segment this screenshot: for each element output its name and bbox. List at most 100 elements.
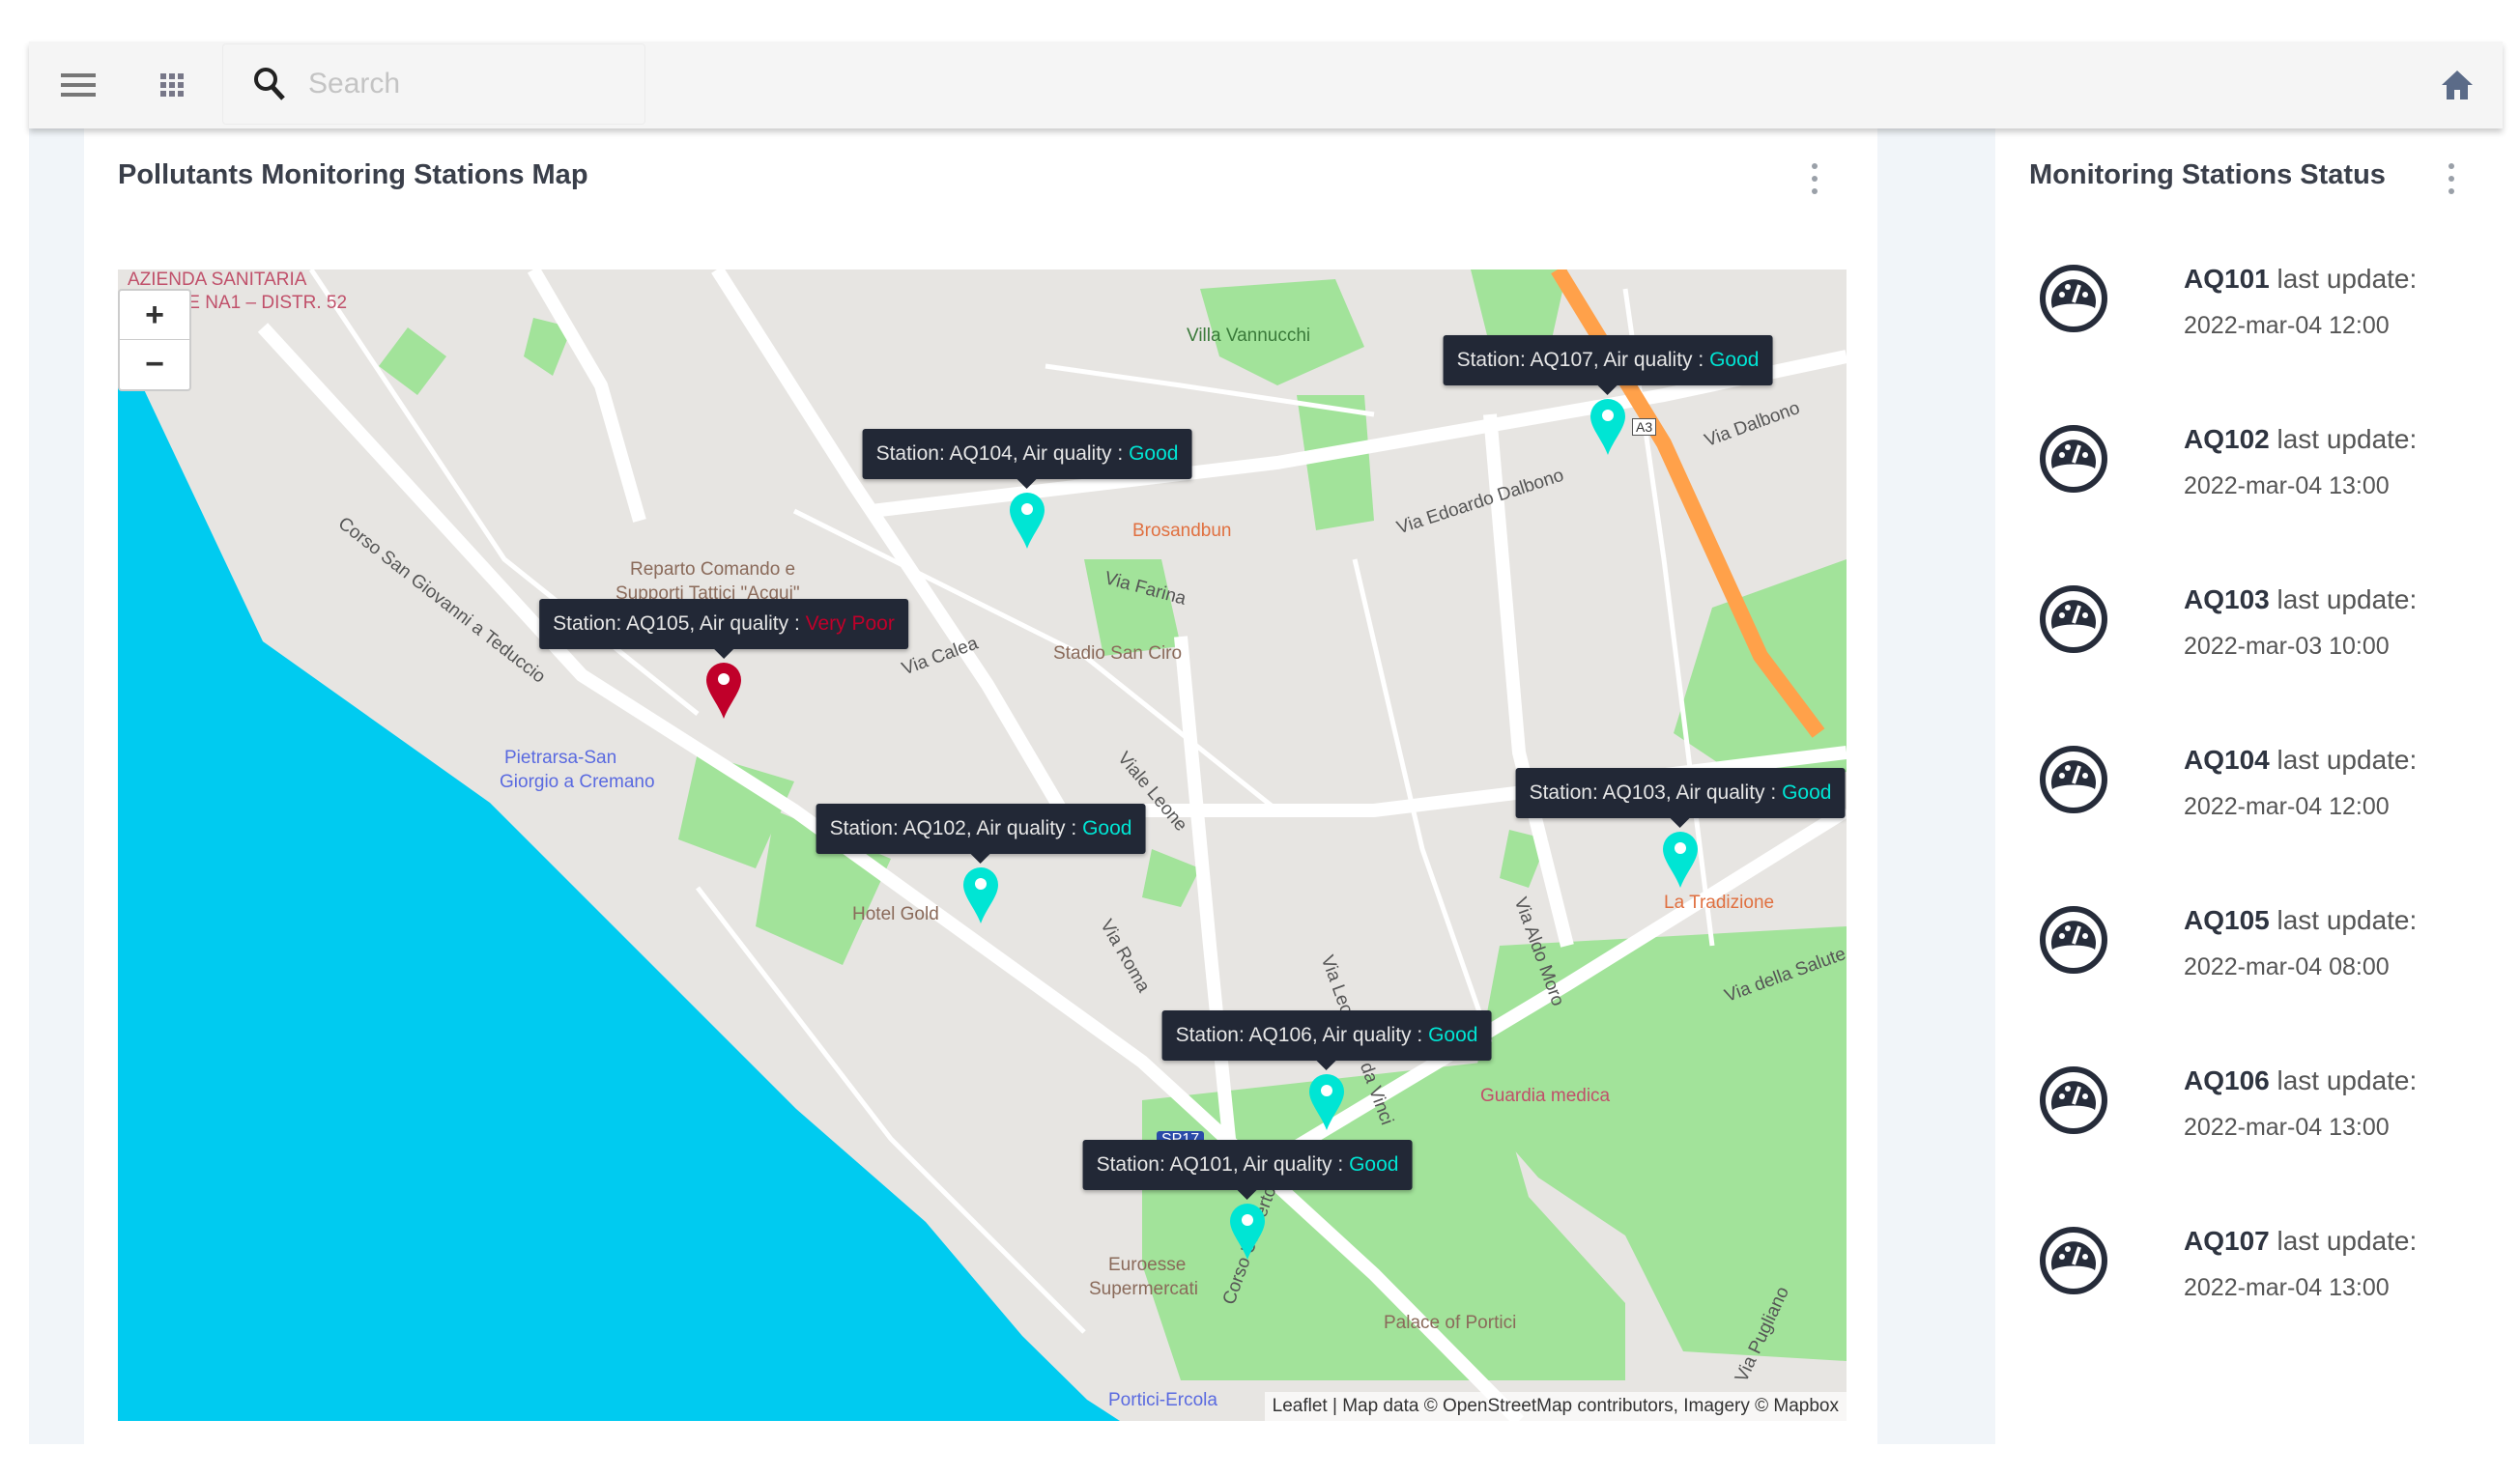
map-attribution: Leaflet | Map data © OpenStreetMap contr… [1264,1392,1847,1421]
station-status-item: AQ102 last update: 2022-mar-04 13:00 [2039,424,2483,540]
last-update-label: last update: [2269,584,2418,614]
last-update-label: last update: [2269,745,2418,775]
left-gutter [29,128,84,1444]
status-card-menu-button[interactable] [2442,159,2461,198]
last-update-label: last update: [2269,264,2418,294]
station-tooltip: Station: AQ106, Air quality : Good [1161,1010,1492,1070]
air-quality-value: Good [1129,442,1179,465]
search-box[interactable] [222,43,645,125]
air-quality-value: Very Poor [805,612,895,635]
zoom-out-button[interactable]: − [120,340,189,389]
station-tooltip: Station: AQ104, Air quality : Good [862,429,1192,489]
home-icon[interactable] [2435,63,2479,107]
air-quality-value: Good [1428,1024,1478,1046]
map-label: Stadio San Ciro [1053,643,1183,664]
station-id: AQ106 [2184,1065,2270,1095]
map-label: Pietrarsa-San [504,748,617,768]
map-label: La Tradizione [1664,893,1775,913]
status-card-title: Monitoring Stations Status [2029,159,2386,190]
station-id: AQ101 [2184,264,2270,294]
last-update-label: last update: [2269,1065,2418,1095]
gauge-icon [2040,585,2107,653]
station-status-text: AQ104 last update: [2184,745,2417,776]
station-id: AQ107 [2184,1226,2270,1256]
station-status-item: AQ105 last update: 2022-mar-04 08:00 [2039,905,2483,1021]
air-quality-value: Good [1782,781,1832,804]
station-status-item: AQ104 last update: 2022-mar-04 12:00 [2039,745,2483,861]
air-quality-value: Good [1082,817,1132,839]
tooltip-label: Station: AQ106, Air quality : [1175,1024,1429,1046]
station-status-item: AQ107 last update: 2022-mar-04 13:00 [2039,1226,2483,1342]
last-update-date: 2022-mar-04 12:00 [2184,312,2390,339]
station-status-text: AQ106 last update: [2184,1065,2417,1096]
map-label: Supermercati [1089,1279,1198,1299]
map-label: Villa Vannucchi [1187,326,1311,346]
station-status-item: AQ106 last update: 2022-mar-04 13:00 [2039,1065,2483,1181]
station-id: AQ102 [2184,424,2270,454]
last-update-date: 2022-mar-04 13:00 [2184,472,2390,499]
map-label: Reparto Comando e [630,559,796,580]
map-marker-icon[interactable] [1008,491,1046,549]
map-label: Giorgio a Cremano [500,772,655,792]
station-status-text: AQ105 last update: [2184,905,2417,936]
station-status-text: AQ107 last update: [2184,1226,2417,1257]
gauge-icon [2040,1227,2107,1294]
air-quality-value: Good [1349,1153,1399,1176]
apps-grid-icon[interactable] [150,63,194,107]
top-bar [29,42,2503,128]
station-id: AQ103 [2184,584,2270,614]
map-marker-icon[interactable] [1307,1072,1346,1130]
last-update-date: 2022-mar-04 12:00 [2184,793,2390,820]
map-card-title: Pollutants Monitoring Stations Map [118,159,588,190]
station-tooltip: Station: AQ101, Air quality : Good [1082,1140,1413,1200]
tooltip-label: Station: AQ107, Air quality : [1456,349,1710,371]
last-update-label: last update: [2269,1226,2418,1256]
station-tooltip: Station: AQ107, Air quality : Good [1443,335,1773,395]
gauge-icon [2040,425,2107,493]
air-quality-value: Good [1709,349,1760,371]
tooltip-label: Station: AQ101, Air quality : [1096,1153,1350,1176]
gauge-icon [2040,746,2107,813]
map-marker-icon[interactable] [961,866,1000,923]
search-input[interactable] [308,68,617,100]
map-label: Palace of Portici [1384,1313,1517,1333]
tooltip-label: Station: AQ105, Air quality : [553,612,806,635]
station-tooltip: Station: AQ102, Air quality : Good [816,804,1146,864]
map-label: Euroesse [1108,1255,1187,1275]
map-marker-icon[interactable] [1228,1202,1267,1260]
search-icon [254,68,285,100]
station-tooltip: Station: AQ103, Air quality : Good [1515,768,1846,828]
map-label: AZIENDA SANITARIA [128,270,307,290]
last-update-date: 2022-mar-04 13:00 [2184,1274,2390,1301]
station-status-text: AQ101 last update: [2184,264,2417,295]
map-label: Brosandbun [1132,521,1232,541]
station-tooltip: Station: AQ105, Air quality : Very Poor [539,599,908,659]
last-update-label: last update: [2269,424,2418,454]
station-status-text: AQ102 last update: [2184,424,2417,455]
gauge-icon [2040,1066,2107,1134]
tooltip-label: Station: AQ102, Air quality : [829,817,1083,839]
station-status-item: AQ101 last update: 2022-mar-04 12:00 [2039,264,2483,380]
station-status-text: AQ103 last update: [2184,584,2417,615]
map-label: Guardia medica [1480,1086,1611,1106]
gauge-icon [2040,265,2107,332]
map-marker-icon[interactable] [1589,397,1627,455]
menu-icon[interactable] [56,63,100,107]
stations-map[interactable]: + − AZIENDA SANITARIA LOCALE NA1 – DISTR… [118,270,1847,1421]
tooltip-label: Station: AQ103, Air quality : [1529,781,1783,804]
station-id: AQ104 [2184,745,2270,775]
map-card-menu-button[interactable] [1805,159,1824,198]
tooltip-label: Station: AQ104, Air quality : [875,442,1130,465]
station-status-item: AQ103 last update: 2022-mar-03 10:00 [2039,584,2483,700]
map-marker-icon[interactable] [1661,830,1700,888]
last-update-date: 2022-mar-04 13:00 [2184,1114,2390,1141]
gauge-icon [2040,906,2107,974]
last-update-date: 2022-mar-04 08:00 [2184,953,2390,980]
zoom-in-button[interactable]: + [120,291,189,340]
zoom-control: + − [118,289,191,391]
map-marker-icon[interactable] [704,661,743,719]
map-label: Portici-Ercola [1108,1390,1217,1410]
station-id: AQ105 [2184,905,2270,935]
road-shield: A3 [1632,418,1657,436]
map-label: Hotel Gold [852,904,939,924]
